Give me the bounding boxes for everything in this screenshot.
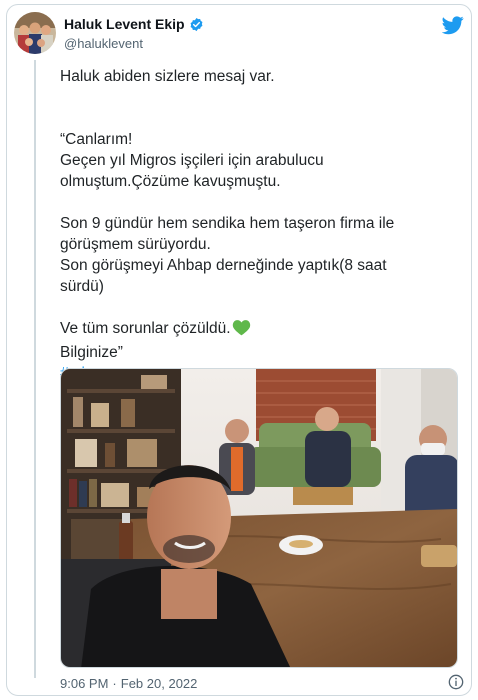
tweet-timestamp[interactable]: 9:06 PM · Feb 20, 2022	[60, 676, 197, 691]
avatar[interactable]	[14, 12, 56, 54]
tweet-line: Bilginize”	[60, 344, 123, 361]
tweet-text: Haluk abiden sizlere mesaj var. “Canları…	[60, 66, 455, 384]
avatar-photo	[14, 12, 56, 54]
tweet-line: görüşmem sürüyordu.	[60, 236, 211, 253]
tweet-line: Son 9 gündür hem sendika hem taşeron fir…	[60, 215, 395, 232]
tweet-line: olmuştum.Çözüme kavuşmuştu.	[60, 173, 281, 190]
twitter-bird-icon[interactable]	[441, 14, 464, 36]
verified-badge-icon	[189, 17, 204, 32]
thread-line	[34, 60, 36, 678]
author-handle[interactable]: @haluklevent	[64, 36, 143, 51]
green-heart-icon	[232, 319, 251, 342]
tweet-photo[interactable]	[60, 368, 458, 668]
author-name-row[interactable]: Haluk Levent Ekip	[64, 16, 204, 32]
author-display-name[interactable]: Haluk Levent Ekip	[64, 16, 185, 32]
photo-image	[61, 369, 457, 667]
tweet-date: Feb 20, 2022	[120, 676, 198, 691]
separator: ·	[112, 676, 117, 691]
tweet-line: Ve tüm sorunlar çözüldü.	[60, 318, 455, 342]
tweet-line-text: Ve tüm sorunlar çözüldü.	[60, 320, 231, 337]
info-icon[interactable]	[448, 674, 464, 690]
tweet-line: sürdü)	[60, 278, 104, 295]
tweet-time: 9:06 PM	[60, 676, 109, 691]
tweet-line: Haluk abiden sizlere mesaj var.	[60, 68, 275, 85]
tweet-line: Son görüşmeyi Ahbap derneğinde yaptık(8 …	[60, 257, 387, 274]
tweet-line: “Canlarım!	[60, 131, 133, 148]
tweet-line: Geçen yıl Migros işçileri için arabulucu	[60, 152, 324, 169]
